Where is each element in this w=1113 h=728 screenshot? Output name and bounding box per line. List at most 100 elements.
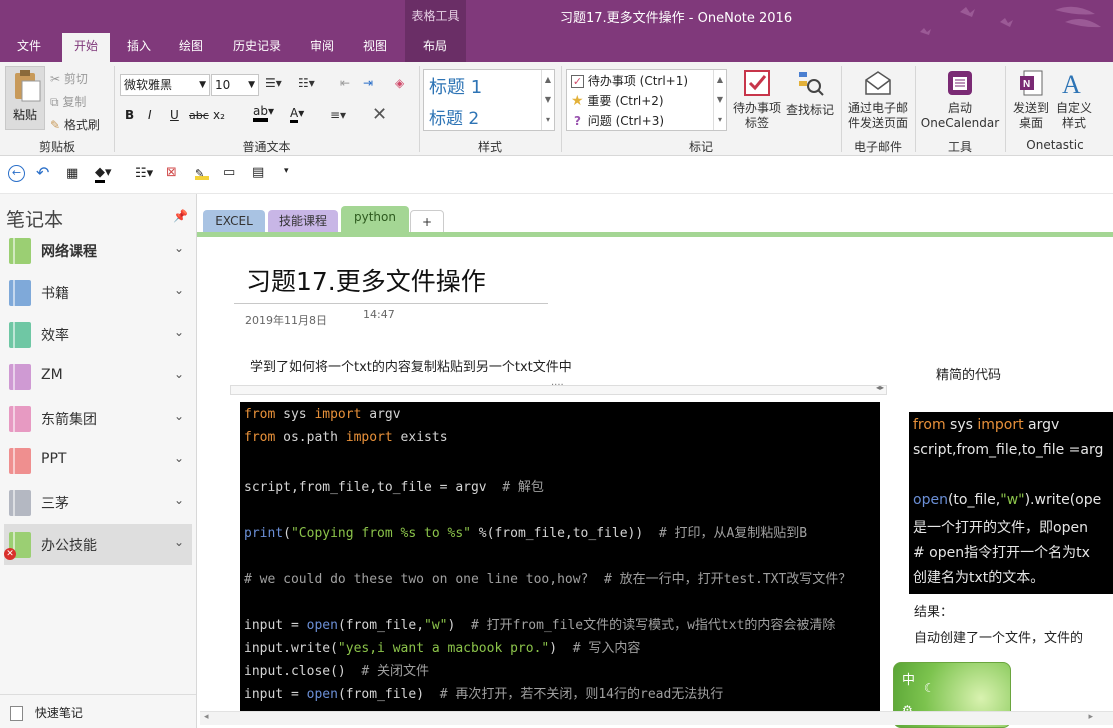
cut-button[interactable]: ✂ 剪切 [50, 70, 88, 87]
copy-button[interactable]: ⧉ 复制 [50, 93, 86, 110]
tab-review[interactable]: 审阅 [300, 33, 344, 62]
code-line: open(to_file,"w").write(ope [913, 492, 1101, 508]
arrow-right-icon[interactable]: ▸ [1088, 712, 1093, 722]
code-line: # we could do these two on one line too,… [244, 568, 851, 587]
sidebar-notebook-item[interactable]: 书籍 ⌄ [4, 272, 192, 313]
gallery-scroll[interactable]: ▲ ▼ ▾ [713, 70, 726, 130]
sidebar-notebook-item[interactable]: PPT ⌄ [4, 440, 192, 481]
onecalendar-button[interactable]: 启动 OneCalendar [918, 68, 1002, 131]
code-token: exists [392, 430, 448, 445]
font-select[interactable]: 微软雅黑 ▼ [120, 74, 210, 96]
font-size-value: 10 [215, 78, 231, 92]
font-color-button[interactable]: A▾ [290, 106, 304, 123]
outline-handle[interactable]: ···· ◂▸ [230, 380, 887, 395]
chevron-down-icon[interactable]: ⌄ [174, 451, 184, 465]
page-title[interactable]: 习题17.更多文件操作 [246, 262, 486, 298]
back-button[interactable]: ← [8, 165, 25, 182]
numbering-button[interactable]: ☷▾ [298, 76, 315, 90]
insert-space-button[interactable]: ▭ [223, 165, 235, 180]
tag-question[interactable]: ? 问题 (Ctrl+3) [571, 112, 664, 129]
tab-history[interactable]: 历史记录 [224, 33, 290, 62]
chevron-down-icon[interactable]: ⌄ [174, 493, 184, 507]
undo-button[interactable]: ↶ [36, 163, 49, 182]
result-text[interactable]: 自动创建了一个文件，文件的 [914, 627, 1113, 646]
subscript-button[interactable]: x₂ [213, 108, 225, 122]
sidebar-notebook-item[interactable]: 东箭集团 ⌄ [4, 398, 192, 439]
code-block-side[interactable]: from sys import argv script,from_file,to_… [909, 412, 1113, 594]
tab-layout[interactable]: 布局 [410, 33, 460, 62]
tags-gallery[interactable]: ✓ 待办事项 (Ctrl+1) ★ 重要 (Ctrl+2) ? 问题 (Ctrl… [566, 69, 727, 131]
tab-file[interactable]: 文件 [6, 33, 52, 62]
intro-text[interactable]: 学到了如何将一个txt的内容复制粘贴到另一个txt文件中 [250, 356, 572, 375]
tag-important[interactable]: ★ 重要 (Ctrl+2) [571, 92, 664, 109]
tag-question-label: 问题 (Ctrl+3) [587, 114, 665, 128]
sidebar-notebook-item[interactable]: ZM ⌄ [4, 356, 192, 397]
paste-button[interactable]: 粘贴 [5, 66, 45, 130]
chevron-down-icon[interactable]: ⌄ [174, 409, 184, 423]
highlight-button-qat[interactable]: ✎ [195, 166, 209, 180]
chevron-down-icon[interactable]: ⌄ [174, 325, 184, 339]
font-size-select[interactable]: 10 ▼ [211, 74, 259, 96]
tab-draw[interactable]: 绘图 [170, 33, 212, 62]
quick-notes-link[interactable]: 快速笔记 [10, 704, 83, 721]
strikethrough-button[interactable]: abc [189, 109, 209, 122]
send-to-desktop-button[interactable]: N 发送到 桌面 [1008, 68, 1054, 131]
gallery-scroll[interactable]: ▲ ▼ ▾ [541, 70, 554, 130]
tag-todo-label: 待办事项 (Ctrl+1) [587, 74, 689, 88]
result-label[interactable]: 结果： [914, 601, 953, 620]
chevron-down-icon[interactable]: ⌄ [174, 367, 184, 381]
chevron-down-icon[interactable]: ⌄ [174, 535, 184, 549]
italic-button[interactable]: I [148, 108, 152, 122]
styles-gallery[interactable]: 标题 1 标题 2 ▲ ▼ ▾ [423, 69, 555, 131]
pin-button[interactable]: 📌 [173, 209, 188, 223]
increase-indent-button[interactable]: ⇥ [363, 76, 373, 90]
list-button[interactable]: ☷▾ [135, 166, 153, 181]
align-button[interactable]: ≡▾ [330, 108, 346, 122]
arrow-left-icon[interactable]: ◂ [204, 712, 209, 722]
tab-insert[interactable]: 插入 [118, 33, 160, 62]
style-heading1[interactable]: 标题 1 [429, 73, 482, 99]
todo-tag-button[interactable]: 待办事项 标签 [731, 68, 783, 131]
tab-home[interactable]: 开始 [62, 33, 110, 62]
add-section-button[interactable]: + [410, 210, 444, 233]
horizontal-scrollbar[interactable]: ◂ ▸ [200, 711, 1113, 725]
decrease-indent-button[interactable]: ⇤ [340, 76, 350, 90]
code-token: 创建名为txt的文本。 [913, 570, 1045, 586]
delete-button[interactable]: ✕ [372, 104, 387, 125]
clear-formatting-button[interactable]: ◈ [395, 76, 404, 90]
chevron-down-icon[interactable]: ⌄ [174, 241, 184, 255]
find-tags-button[interactable]: 查找标记 [785, 68, 835, 118]
notebook-icon [9, 364, 31, 390]
table-button[interactable]: ▦ [66, 166, 78, 181]
format-painter-button[interactable]: ✎ 格式刷 [50, 116, 100, 133]
notebook-icon [9, 490, 31, 516]
custom-styles-button[interactable]: A 自定义 样式 [1052, 68, 1096, 131]
bold-button[interactable]: B [125, 108, 134, 122]
tag-todo[interactable]: ✓ 待办事项 (Ctrl+1) [571, 72, 688, 89]
fill-color-button[interactable]: ◆▾ [95, 165, 112, 183]
email-page-button[interactable]: 通过电子邮 件发送页面 [845, 68, 911, 131]
underline-button[interactable]: U [170, 108, 179, 122]
numbered-list-icon: ☷▾ [298, 76, 315, 90]
sidebar-notebook-item[interactable]: 三茅 ⌄ [4, 482, 192, 523]
code-token: 是一个打开的文件，即open [913, 520, 1088, 536]
bullets-button[interactable]: ☰▾ [265, 76, 282, 90]
customize-qat-button[interactable]: ▾ [284, 166, 289, 176]
section-tab[interactable]: 技能课程 [268, 210, 338, 233]
highlight-button[interactable]: ab▾ [253, 104, 274, 122]
code-block-main[interactable]: from sys import argv from os.path import … [240, 402, 880, 712]
font-value: 微软雅黑 [124, 78, 173, 92]
sidebar-notebook-item[interactable]: 办公技能 ⌄ ✕ [4, 524, 192, 565]
code-token: # 打开from_file文件的读写模式，w指代txt的内容会被清除 [471, 618, 836, 633]
delete-table-button[interactable]: ⊠ [166, 165, 177, 180]
style-heading2[interactable]: 标题 2 [429, 104, 479, 129]
send-to-desktop-label: 发送到 桌面 [1012, 101, 1049, 130]
section-tab[interactable]: EXCEL [203, 210, 265, 233]
calculator-button[interactable]: ▤ [252, 165, 264, 180]
sidebar-notebook-item[interactable]: 效率 ⌄ [4, 314, 192, 355]
tab-view[interactable]: 视图 [353, 33, 397, 62]
side-heading[interactable]: 精简的代码 [936, 364, 1001, 383]
section-tab[interactable]: python [341, 206, 409, 234]
sidebar-notebook-item[interactable]: 网络课程 ⌄ [4, 230, 192, 271]
chevron-down-icon[interactable]: ⌄ [174, 283, 184, 297]
